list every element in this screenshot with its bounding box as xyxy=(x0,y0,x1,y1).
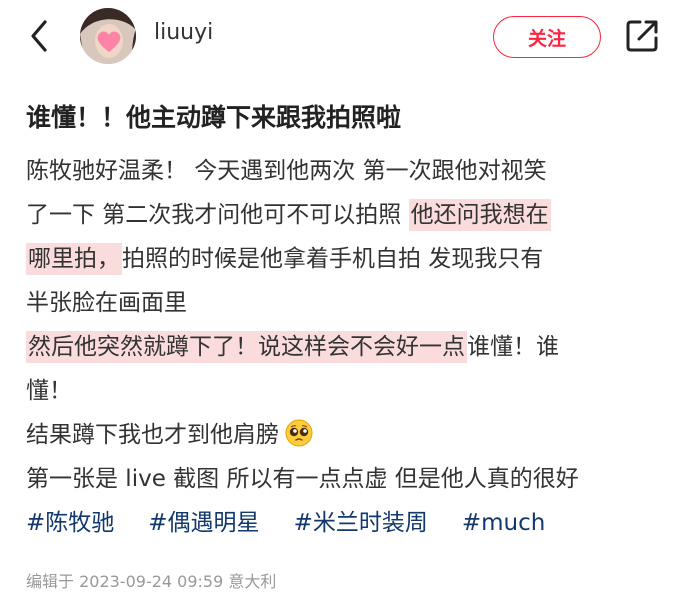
highlighted-text: 他还问我想在 xyxy=(408,199,551,231)
content-line: 结果蹲下我也才到他肩膀 xyxy=(26,413,671,457)
content-text: 结果蹲下我也才到他肩膀 xyxy=(26,422,279,448)
content-text: 了一下 第二次我才问他可不可以拍照 xyxy=(26,202,409,228)
content-text: 拍照的时候是他拿着手机自拍 发现我只有 xyxy=(122,246,544,272)
post-meta: 编辑于 2023-09-24 09:59 意大利 xyxy=(26,572,277,591)
content-line: 懂！ xyxy=(26,369,671,413)
username[interactable]: liuuyi xyxy=(154,20,213,45)
hashtag-link[interactable]: #米兰时装周 xyxy=(294,510,428,536)
back-arrow-icon[interactable] xyxy=(24,16,56,56)
pleading-face-emoji xyxy=(285,418,313,447)
content-line: 第一张是 live 截图 所以有一点点虚 但是他人真的很好 xyxy=(26,457,671,501)
top-bar: liuuyi 关注 xyxy=(0,0,690,76)
content-line: 陈牧驰好温柔！ 今天遇到他两次 第一次跟他对视笑 xyxy=(26,149,671,193)
avatar[interactable] xyxy=(80,8,136,64)
content-line: 了一下 第二次我才问他可不可以拍照 他还问我想在 xyxy=(26,193,671,237)
content-text: 半张脸在画面里 xyxy=(26,290,187,316)
highlighted-text: 然后他突然就蹲下了！说这样会不会好一点 xyxy=(26,331,467,363)
hashtag-link[interactable]: #偶遇明星 xyxy=(148,510,259,536)
share-icon[interactable] xyxy=(622,16,662,56)
content-text: 第一张是 live 截图 所以有一点点虚 但是他人真的很好 xyxy=(26,466,579,492)
content-text: 懂！ xyxy=(26,378,72,404)
hashtag-link[interactable]: #陈牧驰 xyxy=(26,510,114,536)
highlighted-text: 哪里拍， xyxy=(26,243,122,275)
tag-list: #陈牧驰 #偶遇明星 #米兰时装周 #much xyxy=(26,501,671,545)
content-line: 半张脸在画面里 xyxy=(26,281,671,325)
content-text: 陈牧驰好温柔！ 今天遇到他两次 第一次跟他对视笑 xyxy=(26,158,547,184)
post-title: 谁懂！！他主动蹲下来跟我拍照啦 xyxy=(26,103,402,132)
post-content: 陈牧驰好温柔！ 今天遇到他两次 第一次跟他对视笑 了一下 第二次我才问他可不可以… xyxy=(26,149,671,545)
hashtag-link[interactable]: #much xyxy=(462,510,545,536)
content-line: 然后他突然就蹲下了！说这样会不会好一点谁懂！谁 xyxy=(26,325,671,369)
content-text: 谁懂！谁 xyxy=(467,334,559,360)
content-line: 哪里拍，拍照的时候是他拿着手机自拍 发现我只有 xyxy=(26,237,671,281)
follow-button[interactable]: 关注 xyxy=(493,16,601,58)
